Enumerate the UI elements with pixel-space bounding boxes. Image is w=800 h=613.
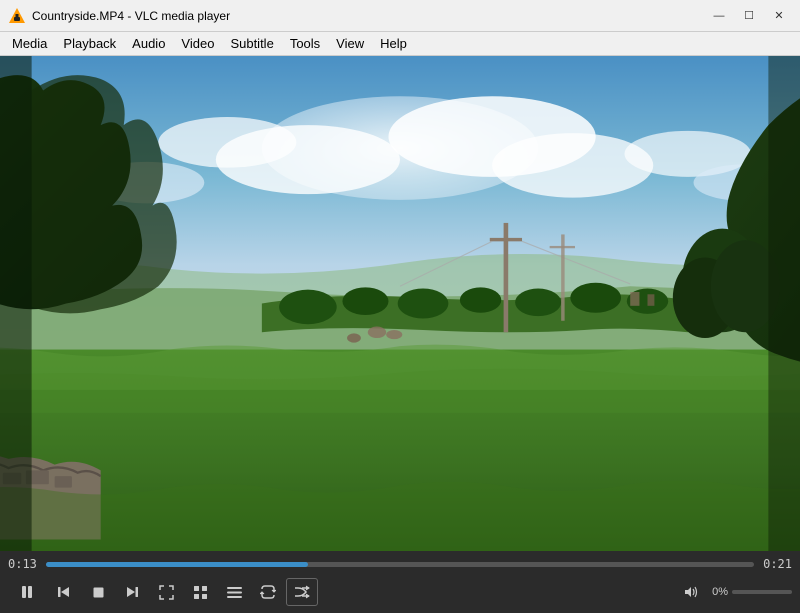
playlist-button[interactable] — [218, 578, 250, 606]
volume-label: 0% — [704, 586, 728, 598]
stop-button[interactable] — [82, 578, 114, 606]
maximize-button[interactable]: ☐ — [736, 6, 762, 26]
buttons-row: 0% — [0, 573, 800, 613]
menu-item-audio[interactable]: Audio — [124, 34, 173, 53]
seek-progress — [46, 562, 308, 567]
fullscreen-button[interactable] — [150, 578, 182, 606]
loop-icon — [260, 585, 276, 599]
prev-button[interactable] — [48, 578, 80, 606]
minimize-button[interactable]: — — [706, 6, 732, 26]
extended-button[interactable] — [184, 578, 216, 606]
menu-item-tools[interactable]: Tools — [282, 34, 328, 53]
stop-icon — [92, 586, 105, 599]
volume-area: 0% — [684, 585, 792, 599]
progress-area: 0:13 0:21 — [0, 551, 800, 573]
loop-button[interactable] — [252, 578, 284, 606]
menu-item-video[interactable]: Video — [173, 34, 222, 53]
pause-icon — [19, 584, 35, 600]
fullscreen-icon — [159, 585, 174, 600]
play-pause-button[interactable] — [8, 577, 46, 607]
menu-item-media[interactable]: Media — [4, 34, 55, 53]
window-title: Countryside.MP4 - VLC media player — [32, 9, 706, 23]
random-button[interactable] — [286, 578, 318, 606]
controls-area: 0:13 0:21 — [0, 551, 800, 613]
volume-slider[interactable] — [732, 590, 792, 594]
extended-icon — [193, 585, 208, 600]
video-area — [0, 56, 800, 551]
close-button[interactable]: ✕ — [766, 6, 792, 26]
title-bar: Countryside.MP4 - VLC media player — ☐ ✕ — [0, 0, 800, 32]
menu-item-help[interactable]: Help — [372, 34, 415, 53]
vlc-icon — [8, 7, 26, 25]
current-time: 0:13 — [8, 557, 40, 571]
menu-item-subtitle[interactable]: Subtitle — [222, 34, 281, 53]
menu-bar: MediaPlaybackAudioVideoSubtitleToolsView… — [0, 32, 800, 56]
volume-icon — [684, 585, 700, 599]
next-icon — [125, 585, 139, 599]
total-time: 0:21 — [760, 557, 792, 571]
menu-item-playback[interactable]: Playback — [55, 34, 124, 53]
menu-item-view[interactable]: View — [328, 34, 372, 53]
playlist-icon — [227, 586, 242, 599]
seek-bar[interactable] — [46, 562, 754, 567]
window-controls: — ☐ ✕ — [706, 6, 792, 26]
next-button[interactable] — [116, 578, 148, 606]
prev-icon — [57, 585, 71, 599]
random-icon — [294, 585, 310, 599]
